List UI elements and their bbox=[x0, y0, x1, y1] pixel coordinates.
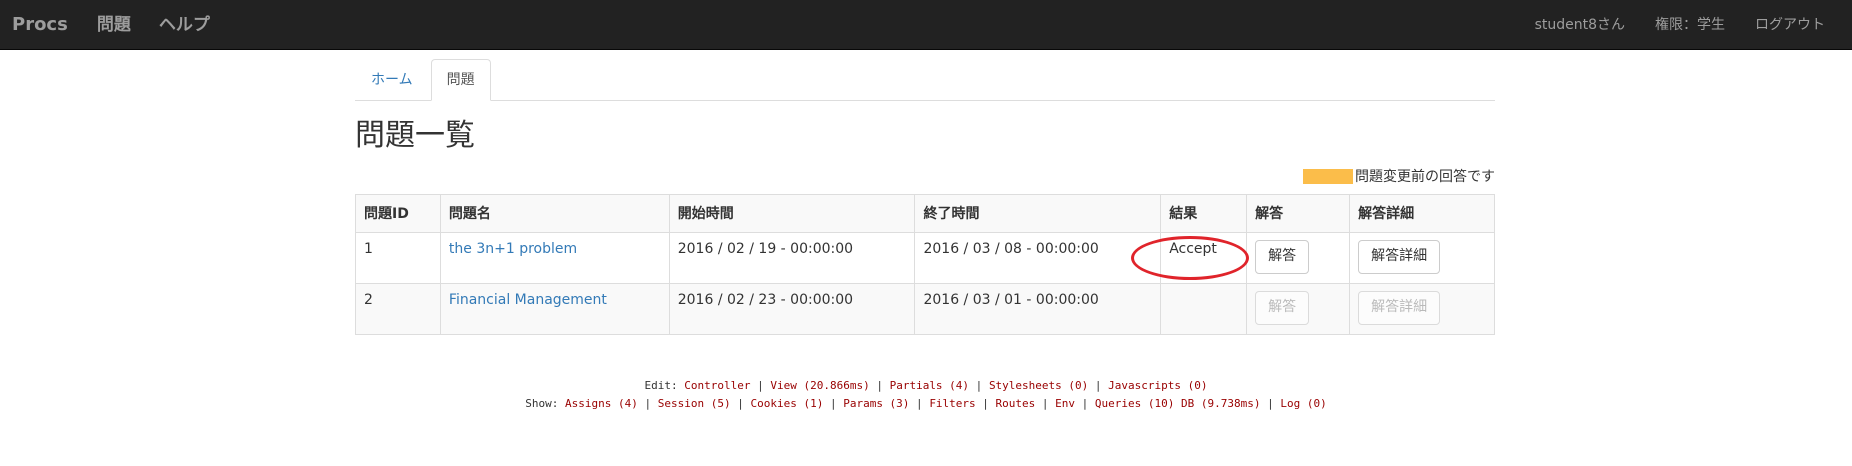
debug-link-partials[interactable]: Partials (4) bbox=[890, 379, 969, 392]
nav-user-name[interactable]: student8さん bbox=[1520, 0, 1640, 50]
debug-edit-label: Edit: bbox=[644, 379, 678, 392]
cell-name: Financial Management bbox=[439, 283, 670, 335]
answer-detail-button[interactable]: 解答詳細 bbox=[1358, 291, 1441, 325]
debug-link-params[interactable]: Params (3) bbox=[843, 397, 909, 410]
cell-id: 1 bbox=[355, 232, 441, 284]
cell-name: the 3n+1 problem bbox=[439, 232, 670, 284]
main-container: ホーム 問題 問題一覧 問題変更前の回答です 問題ID 問題名 開始時間 終了時… bbox=[355, 59, 1495, 335]
problem-link[interactable]: the 3n+1 problem bbox=[449, 241, 577, 257]
debug-link-view[interactable]: View (20.866ms) bbox=[770, 379, 869, 392]
nav-item-help[interactable]: ヘルプ bbox=[145, 0, 224, 50]
header-end: 終了時間 bbox=[914, 194, 1162, 233]
tab-problems[interactable]: 問題 bbox=[430, 59, 491, 101]
answer-button[interactable]: 解答 bbox=[1255, 240, 1310, 274]
navbar-left: Procs 問題 ヘルプ bbox=[0, 0, 224, 49]
cell-detail: 解答詳細 bbox=[1349, 232, 1495, 284]
cell-start: 2016 / 02 / 23 - 00:00:00 bbox=[668, 283, 916, 335]
cell-result bbox=[1160, 283, 1248, 335]
brand-link[interactable]: Procs bbox=[0, 0, 83, 50]
debug-link-javascripts[interactable]: Javascripts (0) bbox=[1108, 379, 1207, 392]
top-navbar: Procs 問題 ヘルプ student8さん 権限：学生 ログアウト bbox=[0, 0, 1852, 50]
nav-item-problems[interactable]: 問題 bbox=[83, 0, 145, 50]
debug-link-controller[interactable]: Controller bbox=[684, 379, 750, 392]
header-name: 問題名 bbox=[439, 194, 670, 233]
debug-link-routes[interactable]: Routes bbox=[996, 397, 1036, 410]
header-answer: 解答 bbox=[1246, 194, 1351, 233]
legend-text: 問題変更前の回答です bbox=[1355, 169, 1495, 185]
debug-link-filters[interactable]: Filters bbox=[929, 397, 975, 410]
tab-bar: ホーム 問題 bbox=[355, 59, 1495, 101]
tab-home[interactable]: ホーム bbox=[355, 59, 429, 101]
cell-end: 2016 / 03 / 01 - 00:00:00 bbox=[914, 283, 1162, 335]
debug-link-stylesheets[interactable]: Stylesheets (0) bbox=[989, 379, 1088, 392]
header-start: 開始時間 bbox=[668, 194, 916, 233]
legend-swatch bbox=[1303, 168, 1353, 184]
problems-table: 問題ID 問題名 開始時間 終了時間 結果 解答 解答詳細 1 the 3n+1… bbox=[355, 194, 1495, 335]
cell-start: 2016 / 02 / 19 - 00:00:00 bbox=[668, 232, 916, 284]
legend: 問題変更前の回答です bbox=[1303, 166, 1495, 186]
header-result: 結果 bbox=[1160, 194, 1248, 233]
debug-show-line: Show: Assigns (4) | Session (5) | Cookie… bbox=[525, 397, 1327, 410]
header-id: 問題ID bbox=[355, 194, 441, 233]
cell-answer: 解答 bbox=[1246, 283, 1351, 335]
header-detail: 解答詳細 bbox=[1349, 194, 1495, 233]
debug-edit-line: Edit: Controller | View (20.866ms) | Par… bbox=[644, 379, 1208, 392]
result-text: Accept bbox=[1169, 241, 1217, 257]
debug-link-session[interactable]: Session (5) bbox=[658, 397, 731, 410]
cell-id: 2 bbox=[355, 283, 441, 335]
cell-answer: 解答 bbox=[1246, 232, 1351, 284]
table-row: 1 the 3n+1 problem 2016 / 02 / 19 - 00:0… bbox=[355, 232, 1495, 284]
nav-user-role[interactable]: 権限：学生 bbox=[1640, 0, 1740, 50]
navbar-right: student8さん 権限：学生 ログアウト bbox=[1520, 0, 1852, 49]
debug-show-label: Show: bbox=[525, 397, 559, 410]
debug-link-cookies[interactable]: Cookies (1) bbox=[750, 397, 823, 410]
logout-link[interactable]: ログアウト bbox=[1740, 0, 1840, 50]
problem-link[interactable]: Financial Management bbox=[449, 292, 607, 308]
table-header-row: 問題ID 問題名 開始時間 終了時間 結果 解答 解答詳細 bbox=[355, 194, 1495, 233]
cell-result: Accept bbox=[1131, 232, 1250, 284]
debug-toolbar: Edit: Controller | View (20.866ms) | Par… bbox=[0, 377, 1852, 413]
answer-detail-button[interactable]: 解答詳細 bbox=[1358, 240, 1441, 274]
debug-link-env[interactable]: Env bbox=[1055, 397, 1075, 410]
page-title: 問題一覧 bbox=[355, 118, 475, 153]
answer-button[interactable]: 解答 bbox=[1255, 291, 1310, 325]
debug-link-log[interactable]: Log (0) bbox=[1280, 397, 1326, 410]
debug-link-queries[interactable]: Queries (10) DB (9.738ms) bbox=[1095, 397, 1261, 410]
debug-link-assigns[interactable]: Assigns (4) bbox=[565, 397, 638, 410]
table-row: 2 Financial Management 2016 / 02 / 23 - … bbox=[355, 283, 1495, 335]
cell-end: 2016 / 03 / 08 - 00:00:00 bbox=[914, 232, 1162, 284]
cell-detail: 解答詳細 bbox=[1349, 283, 1495, 335]
